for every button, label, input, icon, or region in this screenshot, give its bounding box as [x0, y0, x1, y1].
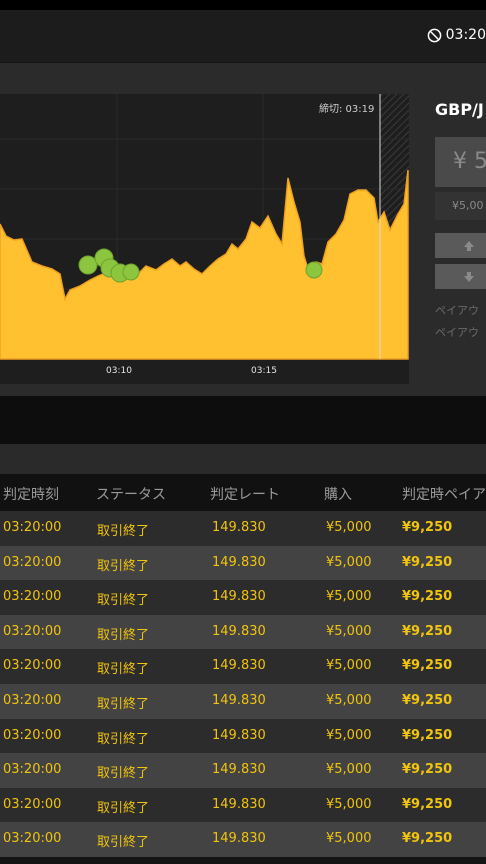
- cell-time: 03:20:00: [3, 796, 62, 812]
- column-header-rate: 判定レート: [210, 487, 280, 503]
- deadline-label: 締切: 03:19: [319, 104, 375, 115]
- cell-rate: 149.830: [212, 623, 266, 639]
- x-tick-label: 03:10: [106, 366, 132, 376]
- cell-time: 03:20:00: [3, 762, 62, 778]
- payout-label: ペイアウ: [435, 304, 479, 317]
- cell-purchase: ¥5,000: [326, 520, 372, 535]
- cell-status: 取引終了: [97, 627, 150, 643]
- cell-purchase: ¥5,000: [326, 589, 372, 605]
- cell-status: 取引終了: [97, 524, 150, 539]
- cell-time: 03:20:00: [3, 692, 62, 708]
- x-tick-label: 03:15: [251, 366, 277, 376]
- table-row[interactable]: 03:20:00 取引終了 149.830 ¥5,000 ¥9,250: [0, 822, 486, 857]
- table-row[interactable]: 03:20:00 取引終了 149.830 ¥5,000 ¥9,250: [0, 614, 486, 650]
- cell-payout: ¥9,250: [402, 554, 453, 570]
- column-header-purchase: 購入: [324, 487, 352, 503]
- cell-time: 03:20:00: [3, 554, 62, 570]
- cell-time: 03:20:00: [3, 520, 62, 535]
- cell-purchase: ¥5,000: [326, 692, 372, 708]
- cell-payout: ¥9,250: [402, 796, 453, 812]
- cell-purchase: ¥5,000: [326, 796, 372, 812]
- payout-label: ペイアウ: [435, 326, 479, 339]
- cell-rate: 149.830: [212, 692, 266, 708]
- cell-payout: ¥9,250: [402, 727, 453, 743]
- cell-rate: 149.830: [212, 831, 266, 847]
- table-row[interactable]: 03:20:00 取引終了 149.830 ¥5,000 ¥9,250: [0, 753, 486, 788]
- cell-purchase: ¥5,000: [326, 623, 372, 639]
- cell-payout: ¥9,250: [402, 658, 453, 674]
- cell-rate: 149.830: [212, 658, 266, 674]
- cell-rate: 149.830: [212, 589, 266, 605]
- price-value: ¥ 5,: [453, 149, 486, 174]
- low-button[interactable]: [435, 264, 486, 289]
- clock-time: 03:20: [445, 27, 486, 43]
- cell-rate: 149.830: [212, 727, 266, 743]
- cell-purchase: ¥5,000: [326, 658, 372, 674]
- table-row[interactable]: 03:20:00 取引終了 149.830 ¥5,000 ¥9,250: [0, 580, 486, 615]
- cell-status: 取引終了: [97, 835, 150, 851]
- cell-purchase: ¥5,000: [326, 554, 372, 570]
- table-subheader: [0, 444, 486, 474]
- column-header-time: 判定時刻: [3, 487, 59, 503]
- cell-time: 03:20:00: [3, 658, 62, 674]
- cell-payout: ¥9,250: [402, 623, 453, 639]
- cell-status: 取引終了: [97, 766, 150, 782]
- price-chart: [0, 94, 409, 384]
- cell-status: 取引終了: [97, 558, 150, 574]
- high-button[interactable]: [435, 233, 486, 258]
- cell-status: 取引終了: [97, 731, 150, 747]
- price-display: ¥ 5,: [435, 137, 486, 187]
- cell-rate: 149.830: [212, 762, 266, 778]
- table-row[interactable]: 03:20:00 取引終了 149.830 ¥5,000 ¥9,250: [0, 718, 486, 754]
- column-header-payout: 判定時ペイアウ: [402, 487, 486, 503]
- cell-payout: ¥9,250: [402, 831, 453, 847]
- clock: 03:20: [427, 25, 486, 45]
- table-row[interactable]: 03:20:00 取引終了 149.830 ¥5,000 ¥9,250: [0, 545, 486, 581]
- arrow-down-icon: [464, 272, 474, 282]
- cell-payout: ¥9,250: [402, 520, 453, 535]
- table-row[interactable]: 03:20:00 取引終了 149.830 ¥5,000 ¥9,250: [0, 683, 486, 719]
- cell-payout: ¥9,250: [402, 762, 453, 778]
- section-separator: [0, 396, 486, 444]
- table-header: 判定時刻 ステータス 判定レート 購入 判定時ペイアウ: [0, 474, 486, 511]
- cell-time: 03:20:00: [3, 727, 62, 743]
- no-entry-icon: [427, 28, 441, 42]
- table-row[interactable]: 03:20:00 取引終了 149.830 ¥5,000 ¥9,250: [0, 787, 486, 823]
- table-row[interactable]: 03:20:00 取引終了 149.830 ¥5,000 ¥9,250: [0, 511, 486, 546]
- cell-status: 取引終了: [97, 662, 150, 678]
- cell-payout: ¥9,250: [402, 692, 453, 708]
- cell-payout: ¥9,250: [402, 589, 453, 605]
- cell-purchase: ¥5,000: [326, 762, 372, 778]
- cell-purchase: ¥5,000: [326, 727, 372, 743]
- cell-rate: 149.830: [212, 554, 266, 570]
- cell-time: 03:20:00: [3, 589, 62, 605]
- cell-status: 取引終了: [97, 593, 150, 609]
- status-strip: [0, 0, 486, 10]
- cell-purchase: ¥5,000: [326, 831, 372, 847]
- cell-rate: 149.830: [212, 796, 266, 812]
- table-row[interactable]: 03:20:00 取引終了 149.830 ¥5,000 ¥9,250: [0, 649, 486, 684]
- cell-time: 03:20:00: [3, 831, 62, 847]
- top-bar: [0, 10, 486, 62]
- cell-status: 取引終了: [97, 696, 150, 712]
- price-area: [0, 169, 409, 360]
- currency-pair: GBP/J: [435, 100, 484, 119]
- cell-time: 03:20:00: [3, 623, 62, 639]
- column-header-status: ステータス: [96, 487, 166, 503]
- history-table: 判定時刻 ステータス 判定レート 購入 判定時ペイアウ 03:20:00 取引終…: [0, 444, 486, 857]
- amount-select[interactable]: ¥5,00: [435, 192, 486, 220]
- cell-rate: 149.830: [212, 520, 266, 535]
- arrow-up-icon: [464, 241, 474, 251]
- cell-status: 取引終了: [97, 800, 150, 816]
- amount-value: ¥5,00: [452, 199, 484, 212]
